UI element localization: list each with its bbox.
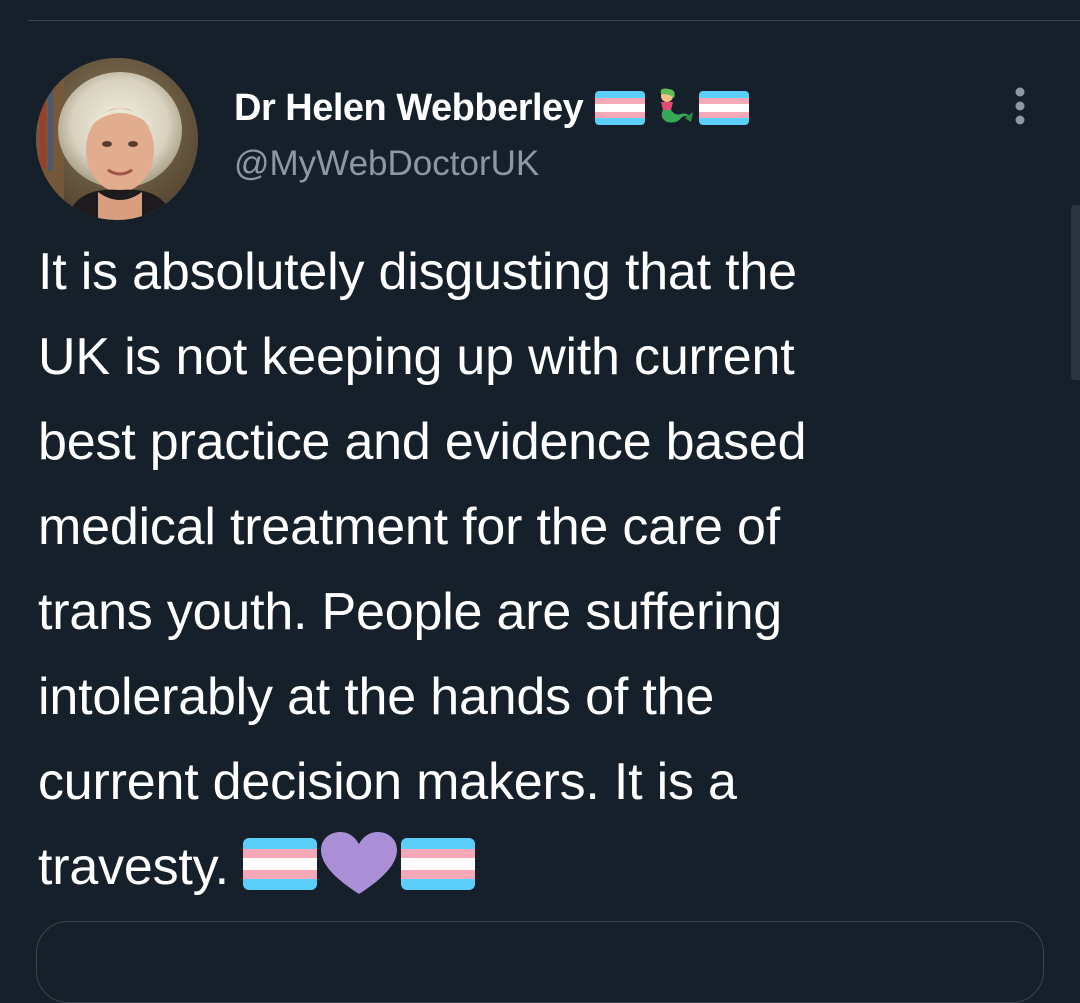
- user-handle[interactable]: @MyWebDoctorUK: [234, 144, 1000, 184]
- transgender-flag-icon: [699, 91, 750, 125]
- tweet-text: It is absolutely disgusting that the UK …: [38, 230, 1048, 910]
- quoted-card[interactable]: [36, 921, 1044, 1003]
- transgender-flag-icon: [400, 838, 475, 890]
- author-block: Dr Helen Webberley @MyWebDoctorUK: [234, 84, 1000, 184]
- more-options-button[interactable]: [1000, 84, 1040, 132]
- avatar[interactable]: [36, 58, 198, 220]
- merperson-icon: [660, 88, 694, 123]
- avatar-photo: [36, 58, 198, 220]
- purple-heart-icon: [320, 832, 397, 894]
- vertical-ellipsis-icon: [1015, 87, 1025, 125]
- name-row: Dr Helen Webberley: [234, 84, 1000, 132]
- tweet-text-content: It is absolutely disgusting that the UK …: [38, 243, 807, 896]
- text-emoji-group: [242, 832, 475, 896]
- name-emoji-group: [595, 88, 750, 128]
- tweet: Dr Helen Webberley @MyWebDoctorUK It is …: [0, 0, 1080, 1003]
- transgender-flag-icon: [242, 838, 317, 890]
- transgender-flag-icon: [595, 91, 646, 125]
- display-name[interactable]: Dr Helen Webberley: [234, 87, 584, 130]
